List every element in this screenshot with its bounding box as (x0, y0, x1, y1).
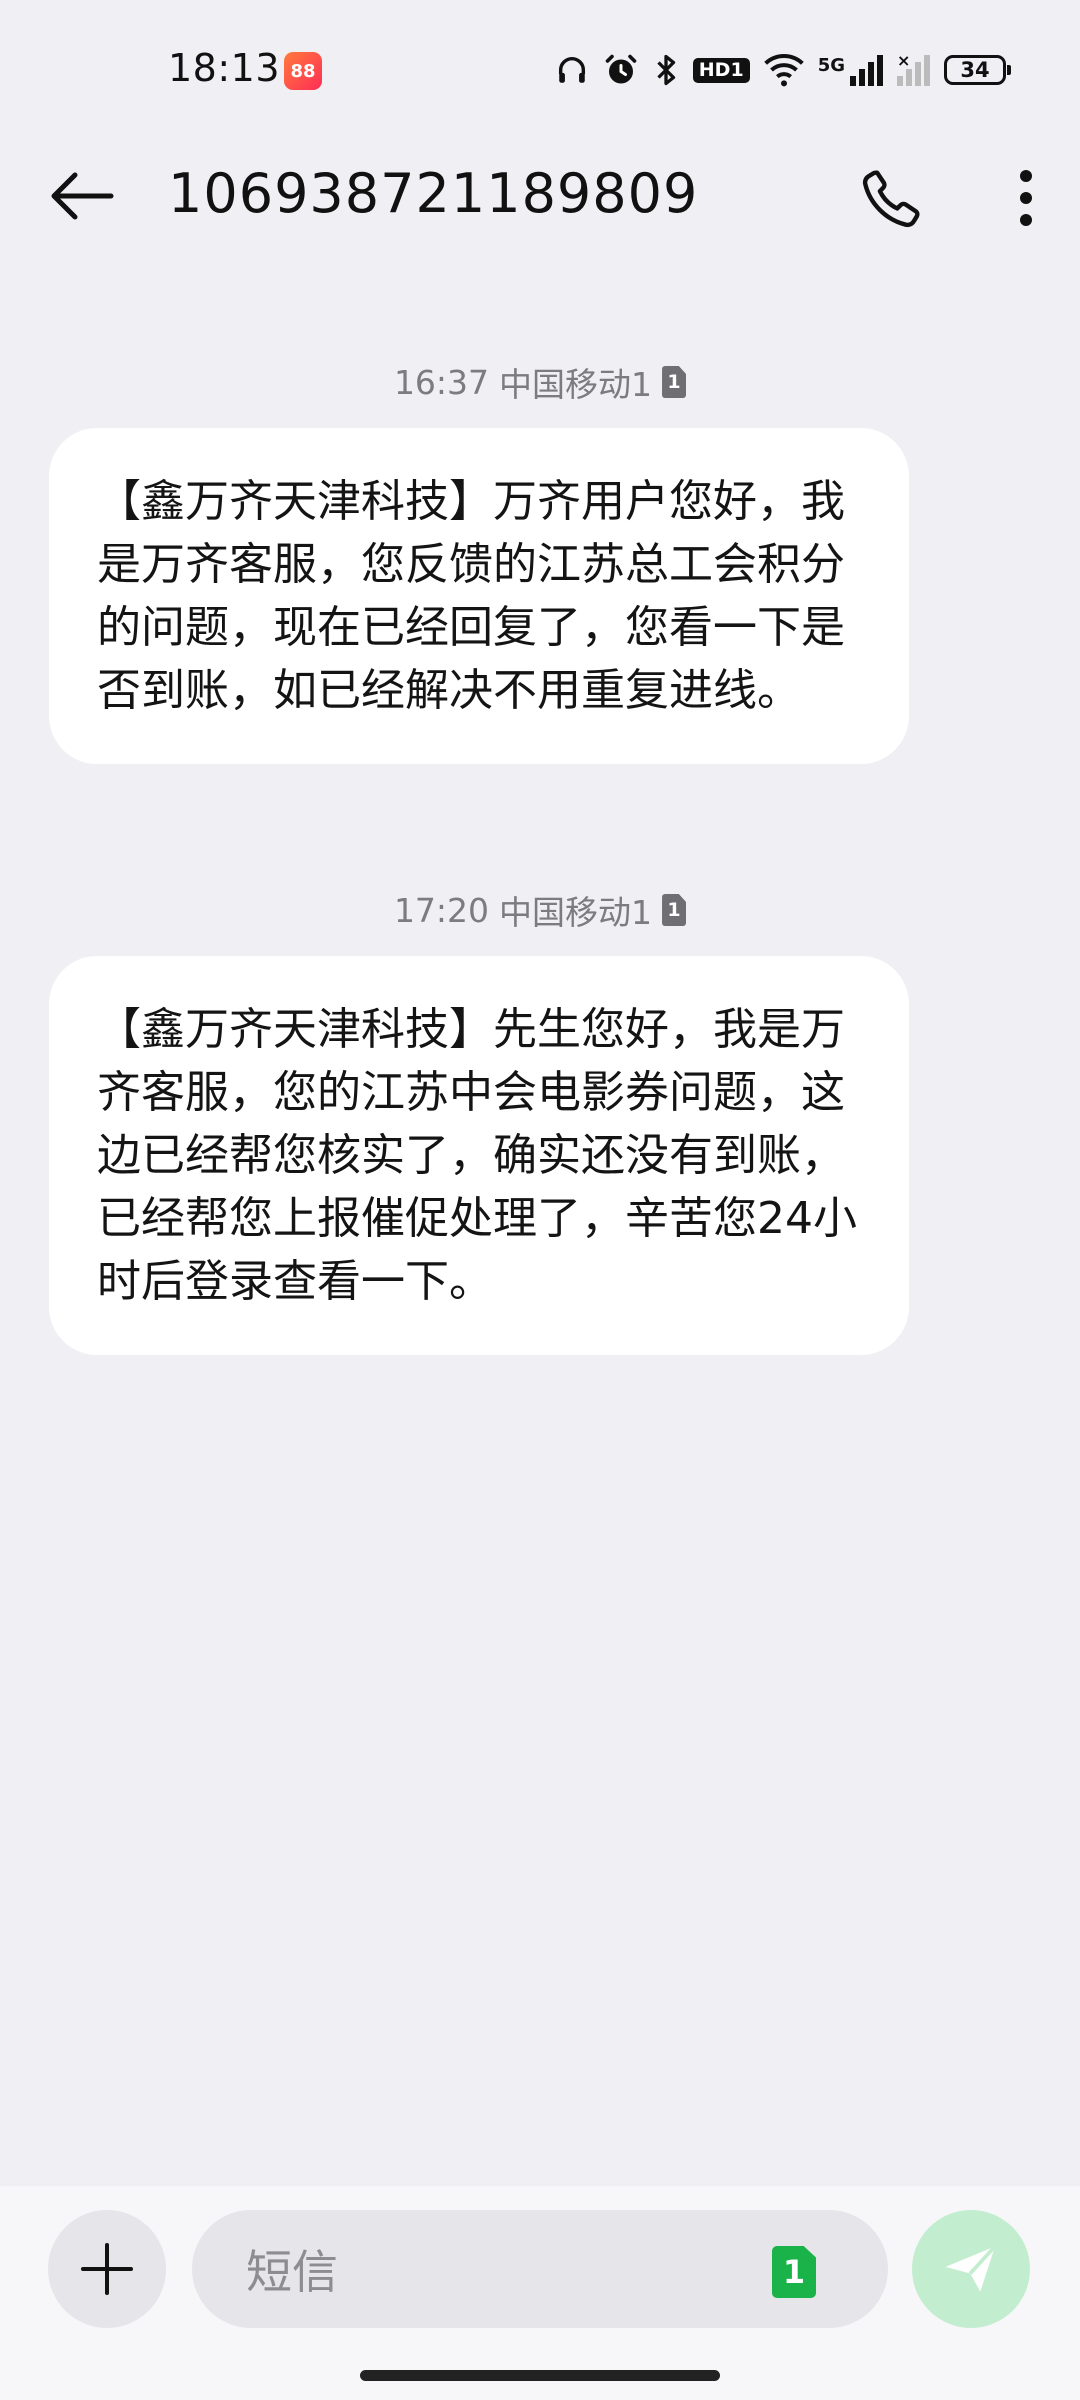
message-time: 17:20 (393, 890, 490, 930)
status-time: 18:13 (168, 46, 281, 90)
message-bubble[interactable]: 【鑫万齐天津科技】先生您好，我是万齐客服，您的江苏中会电影券问题，这边已经帮您核… (49, 956, 909, 1355)
status-icons: HD1 5G × 34 (555, 48, 1011, 92)
sim-select-button[interactable]: 1 (772, 2246, 816, 2298)
home-indicator[interactable] (360, 2370, 720, 2381)
more-vertical-icon (1020, 170, 1032, 226)
hd-voice-icon: HD1 (692, 57, 750, 83)
sms-input-placeholder: 短信 (246, 2245, 338, 2299)
signal-5g-icon: 5G (817, 54, 883, 86)
app-notification-icon: 88 (284, 52, 322, 90)
sms-input[interactable]: 短信 1 (192, 2210, 888, 2328)
conversation-header: 106938721189809 (0, 140, 1080, 250)
status-bar: 18:13 88 HD1 5G × 34 (0, 0, 1080, 140)
sim-card-icon: 1 (662, 894, 687, 926)
battery-icon: 34 (944, 55, 1011, 85)
message-time: 16:37 (393, 362, 490, 402)
plus-icon (81, 2243, 133, 2295)
call-button[interactable] (852, 158, 932, 238)
composer-bar: 短信 1 (0, 2186, 1080, 2400)
message-carrier: 中国移动1 (499, 365, 653, 404)
phone-icon (862, 170, 920, 228)
message-timestamp: 16:37 中国移动1 1 (0, 358, 1080, 406)
message-text: 【鑫万齐天津科技】万齐用户您好，我是万齐客服，您反馈的江苏总工会积分的问题，现在… (97, 476, 845, 716)
network-type-label: 5G (817, 54, 845, 76)
contact-number-title: 106938721189809 (168, 162, 699, 225)
bluetooth-icon (657, 54, 675, 86)
message-bubble[interactable]: 【鑫万齐天津科技】万齐用户您好，我是万齐客服，您反馈的江苏总工会积分的问题，现在… (49, 428, 909, 764)
signal-sim2-icon: × (897, 51, 930, 86)
message-timestamp: 17:20 中国移动1 1 (0, 886, 1080, 934)
send-button[interactable] (912, 2210, 1030, 2328)
sim-card-icon: 1 (662, 366, 687, 398)
more-options-button[interactable] (996, 158, 1056, 238)
send-icon (945, 2245, 997, 2292)
headphones-icon (558, 57, 585, 83)
message-carrier: 中国移动1 (499, 893, 653, 932)
add-attachment-button[interactable] (48, 2210, 166, 2328)
wifi-icon (763, 54, 804, 87)
arrow-left-icon (51, 172, 114, 220)
message-text: 【鑫万齐天津科技】先生您好，我是万齐客服，您的江苏中会电影券问题，这边已经帮您核… (97, 1004, 857, 1307)
back-button[interactable] (44, 164, 120, 228)
alarm-icon (605, 54, 637, 84)
